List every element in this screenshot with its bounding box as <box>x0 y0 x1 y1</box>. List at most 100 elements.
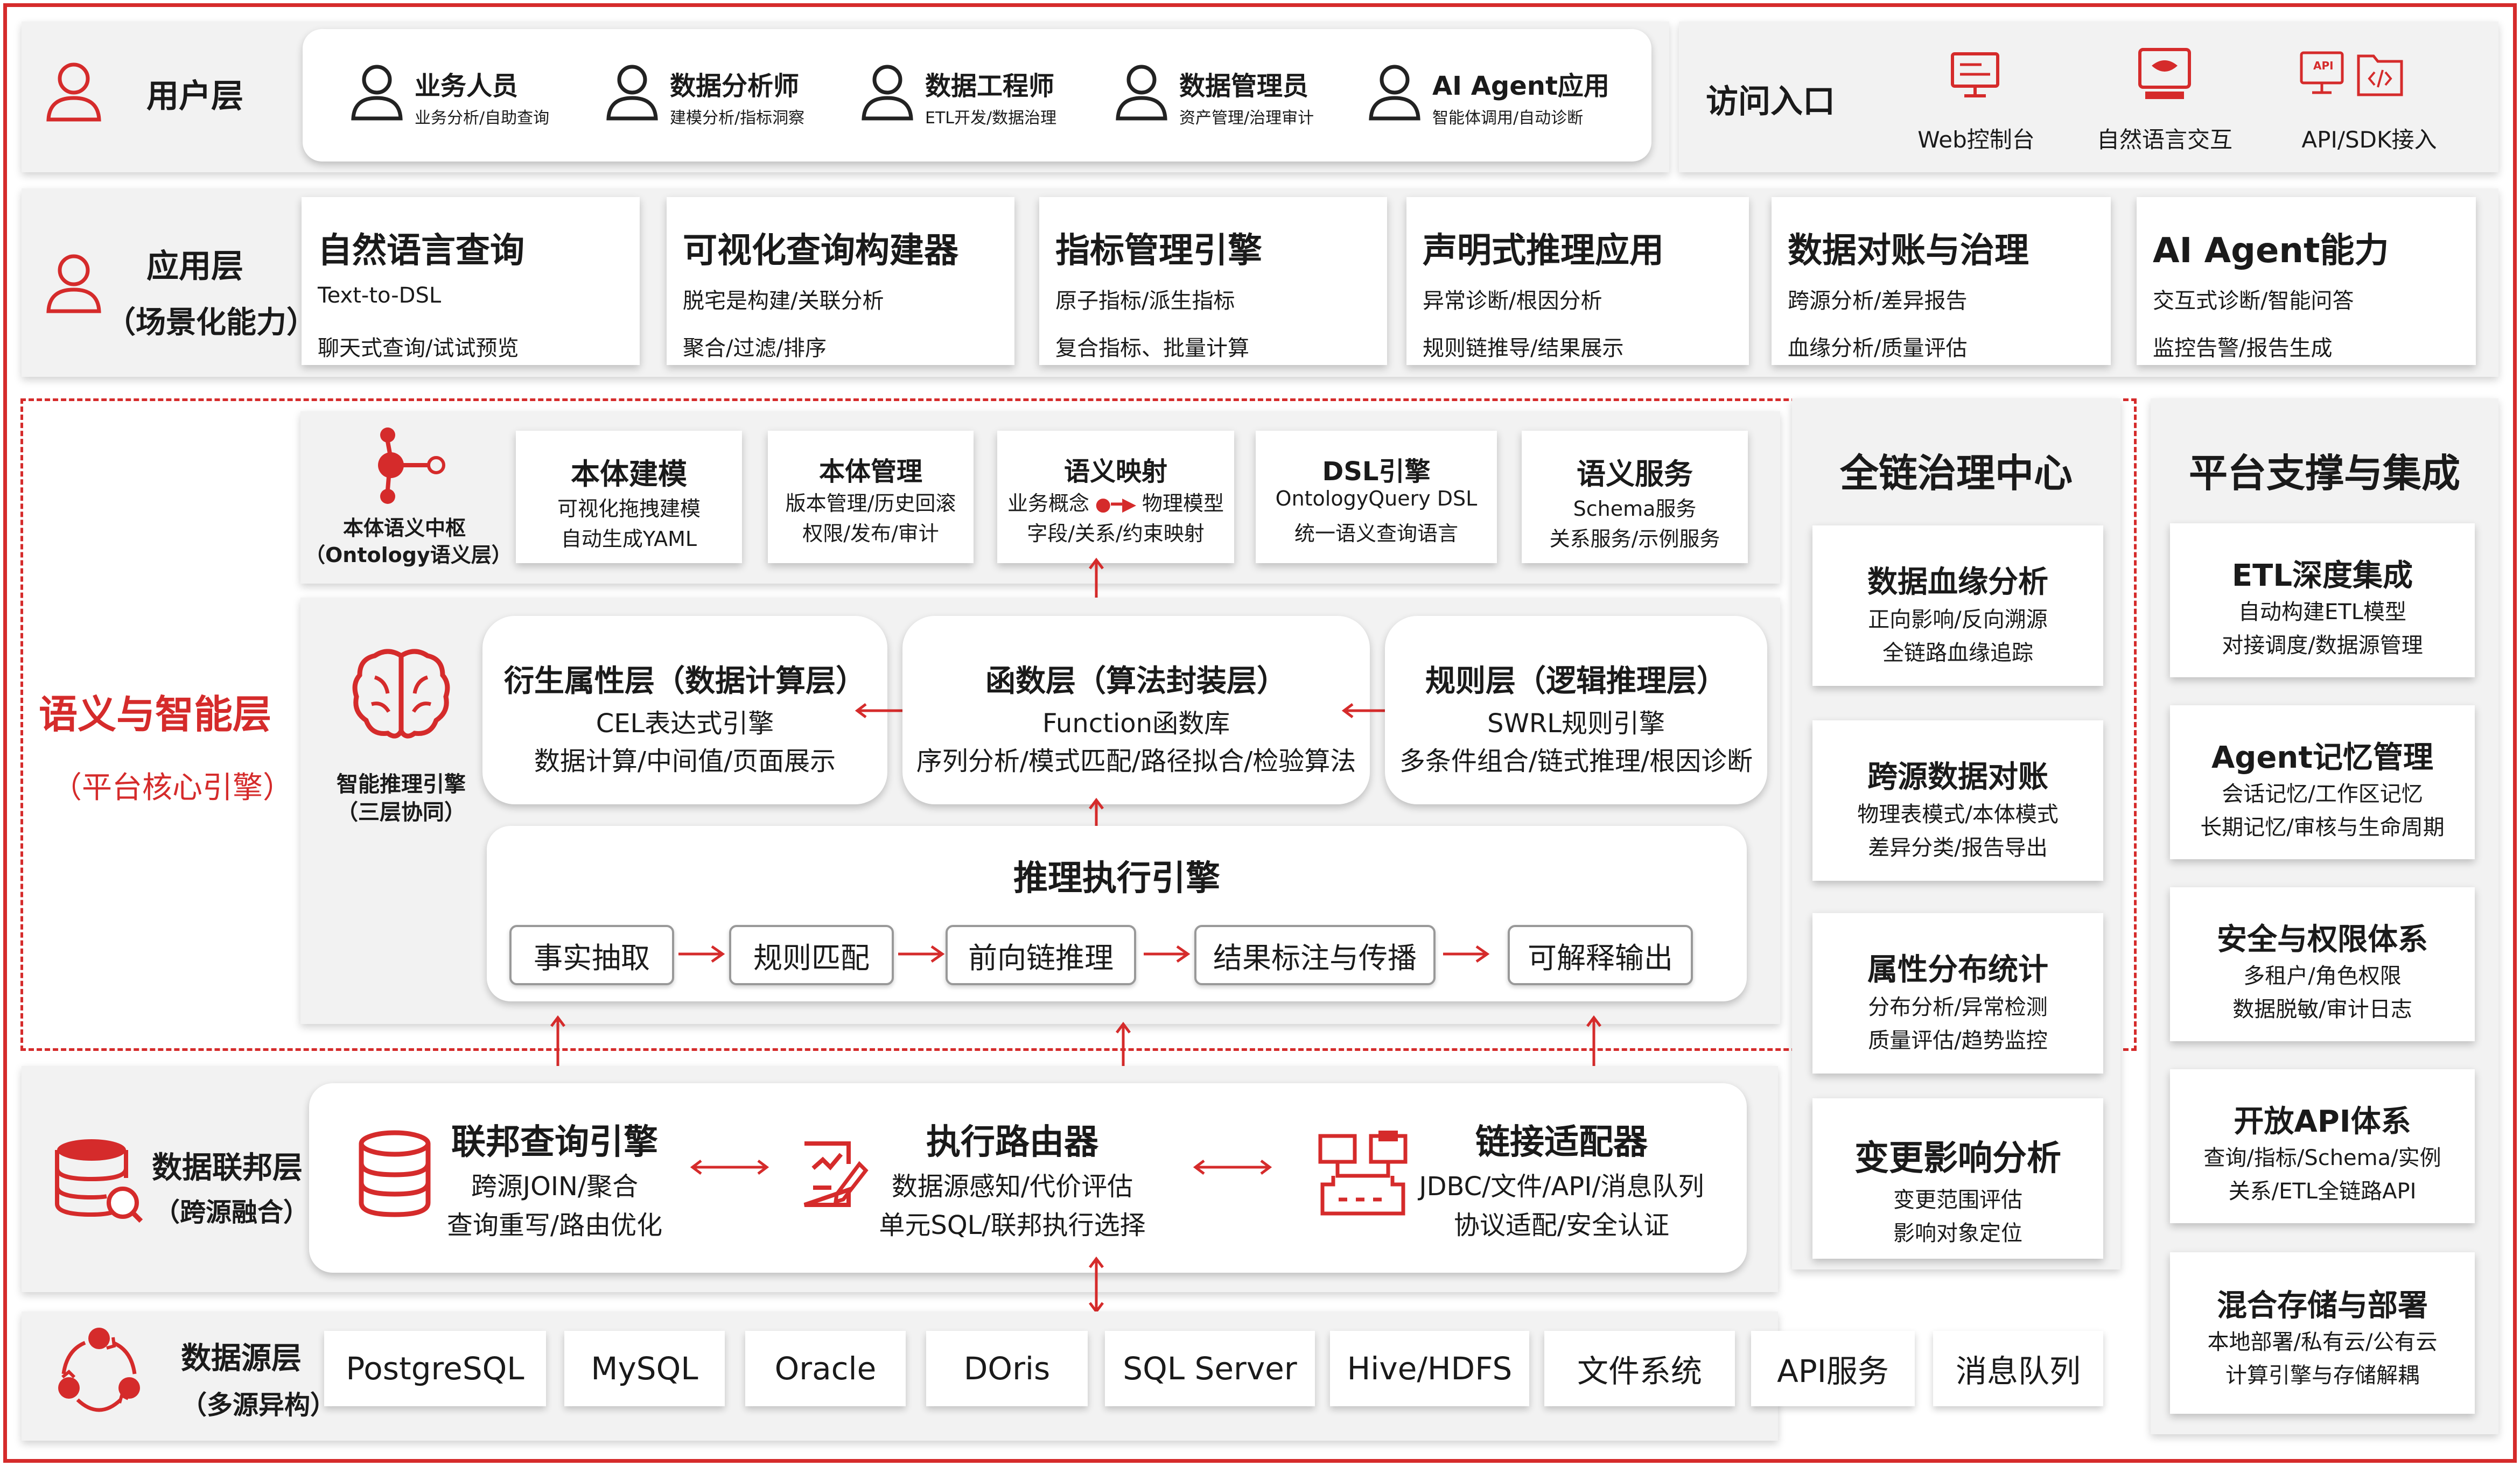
platform-title: 平台支撑与集成 <box>2188 451 2460 496</box>
natural-language-icon <box>2138 48 2191 99</box>
reasoning-card-rule[interactable]: 规则层（逻辑推理层） SWRL规则引擎 多条件组合/链式推理/根因诊断 <box>1385 616 1767 804</box>
person-icon <box>1369 65 1420 121</box>
ontology-card-title: 语义服务 <box>1577 457 1693 491</box>
person-icon <box>1116 65 1167 121</box>
app-card-line1: 异常诊断/根因分析 <box>1423 289 1602 313</box>
reasoning-label: 智能推理引擎 <box>337 772 466 797</box>
app-card-title: 数据对账与治理 <box>1788 231 2029 271</box>
engine-step[interactable]: 事实抽取 <box>509 925 674 985</box>
engine-step[interactable]: 规则匹配 <box>729 925 894 985</box>
right-arrow <box>678 945 725 963</box>
app-card[interactable]: 数据对账与治理 跨源分析/差异报告 血缘分析/质量评估 <box>1772 197 2111 365</box>
user-role-name: 业务人员 <box>415 71 519 101</box>
app-card-title: 自然语言查询 <box>318 231 524 271</box>
platform-card[interactable]: 开放API体系 查询/指标/Schema/实例 关系/ETL全链路API <box>2170 1069 2475 1223</box>
api-badge: API <box>2313 59 2334 72</box>
access-label[interactable]: 自然语言交互 <box>2078 122 2251 155</box>
ontology-card[interactable]: 语义服务 Schema服务 关系服务/示例服务 <box>1522 431 1748 563</box>
app-card-line2: 规则链推导/结果展示 <box>1423 336 1624 361</box>
app-card[interactable]: 自然语言查询 Text-to-DSL 聊天式查询/试试预览 <box>302 197 640 365</box>
app-layer-subtitle: （场景化能力） <box>106 305 317 340</box>
app-card-line2: 监控告警/报告生成 <box>2153 336 2333 361</box>
governance-card[interactable]: 数据血缘分析 正向影响/反向溯源 全链路血缘追踪 <box>1812 525 2103 686</box>
person-icon <box>351 65 403 121</box>
source-item[interactable]: DOris <box>926 1331 1088 1406</box>
engine-step[interactable]: 结果标注与传播 <box>1194 925 1436 985</box>
source-item[interactable]: SQL Server <box>1105 1331 1315 1406</box>
governance-card-line2: 全链路血缘追踪 <box>1882 641 2033 665</box>
governance-card-title: 变更影响分析 <box>1854 1139 2061 1179</box>
reasoning-card-function[interactable]: 函数层（算法封装层） Function函数库 序列分析/模式匹配/路径拟合/检验… <box>902 616 1370 804</box>
semantic-layer-title: 语义与智能层 <box>39 692 272 737</box>
federation-card[interactable]: 链接适配器 JDBC/文件/API/消息队列 协议适配/安全认证 <box>1411 1104 1712 1254</box>
governance-title: 全链治理中心 <box>1839 451 2073 496</box>
reasoning-card-line1: SWRL规则引擎 <box>1487 709 1665 739</box>
user-icon <box>46 254 101 313</box>
platform-card-line1: 查询/指标/Schema/实例 <box>2203 1146 2441 1170</box>
platform-card-title: 混合存储与部署 <box>2217 1288 2428 1323</box>
ontology-card-line1: 版本管理/历史回滚 <box>785 492 956 515</box>
ontology-hub-label2: （Ontology语义层） <box>305 543 512 567</box>
governance-card-line2: 差异分类/报告导出 <box>1868 836 2048 860</box>
app-layer-title: 应用层 <box>146 248 243 285</box>
horizontal-double-arrow <box>1193 1160 1272 1175</box>
app-card-line1: Text-to-DSL <box>318 283 442 308</box>
engine-step[interactable]: 前向链推理 <box>946 925 1136 985</box>
federation-card-line2: 查询重写/路由优化 <box>446 1210 663 1240</box>
app-card[interactable]: 声明式推理应用 异常诊断/根因分析 规则链推导/结果展示 <box>1406 197 1749 365</box>
federation-card[interactable]: 联邦查询引擎 跨源JOIN/聚合 查询重写/路由优化 <box>442 1104 668 1254</box>
user-role-desc: 资产管理/治理审计 <box>1179 109 1314 128</box>
platform-card-line1: 本地部署/私有云/公有云 <box>2207 1330 2438 1355</box>
source-item[interactable]: Oracle <box>745 1331 906 1406</box>
user-role-name: 数据管理员 <box>1179 71 1309 101</box>
access-label[interactable]: API/SDK接入 <box>2278 122 2461 155</box>
ontology-card[interactable]: DSL引擎 OntologyQuery DSL 统一语义查询语言 <box>1256 431 1497 563</box>
source-item[interactable]: MySQL <box>564 1331 725 1406</box>
app-card-title: 可视化查询构建器 <box>683 231 958 271</box>
ontology-card[interactable]: 本体管理 版本管理/历史回滚 权限/发布/审计 <box>768 431 974 563</box>
source-item[interactable]: Hive/HDFS <box>1330 1331 1529 1406</box>
platform-card[interactable]: ETL深度集成 自动构建ETL模型 对接调度/数据源管理 <box>2170 523 2475 677</box>
reasoning-card-derived[interactable]: 衍生属性层（数据计算层） CEL表达式引擎 数据计算/中间值/页面展示 <box>482 616 887 804</box>
web-console-icon <box>1951 52 1999 97</box>
source-item[interactable]: 消息队列 <box>1933 1331 2103 1406</box>
governance-card-title: 跨源数据对账 <box>1867 760 2048 795</box>
app-card-title: 指标管理引擎 <box>1055 231 1262 271</box>
ontology-hub-label: 本体语义中枢 <box>342 516 466 540</box>
federation-card-line1: JDBC/文件/API/消息队列 <box>1419 1172 1704 1202</box>
governance-card[interactable]: 属性分布统计 分布分析/异常检测 质量评估/趋势监控 <box>1812 913 2103 1074</box>
app-card-title: 声明式推理应用 <box>1423 231 1664 271</box>
user-role-desc: 智能体调用/自动诊断 <box>1432 109 1584 128</box>
source-item[interactable]: API服务 <box>1751 1331 1915 1406</box>
federation-card-line1: 数据源感知/代价评估 <box>891 1172 1133 1202</box>
ontology-card[interactable]: 语义映射 业务概念 ●━▶ 物理模型 字段/关系/约束映射 <box>997 431 1234 563</box>
source-item[interactable]: PostgreSQL <box>324 1331 546 1406</box>
app-card-line2: 聊天式查询/试试预览 <box>318 336 519 361</box>
platform-card[interactable]: 安全与权限体系 多租户/角色权限 数据脱敏/审计日志 <box>2170 887 2475 1041</box>
platform-card[interactable]: Agent记忆管理 会话记忆/工作区记忆 长期记忆/审核与生命周期 <box>2170 705 2475 859</box>
brain-icon <box>352 649 450 739</box>
platform-card-line1: 自动构建ETL模型 <box>2238 600 2406 625</box>
user-role-name: AI Agent应用 <box>1432 71 1609 101</box>
platform-card[interactable]: 混合存储与部署 本地部署/私有云/公有云 计算引擎与存储解耦 <box>2170 1252 2475 1414</box>
governance-card-line1: 分布分析/异常检测 <box>1868 995 2048 1020</box>
app-card[interactable]: AI Agent能力 交互式诊断/智能问答 监控告警/报告生成 <box>2137 197 2476 365</box>
app-card[interactable]: 指标管理引擎 原子指标/派生指标 复合指标、批量计算 <box>1039 197 1387 365</box>
governance-card[interactable]: 变更影响分析 变更范围评估 影响对象定位 <box>1812 1098 2103 1259</box>
ontology-card-line2: 统一语义查询语言 <box>1294 522 1458 545</box>
federation-card-title: 执行路由器 <box>926 1123 1098 1162</box>
governance-card[interactable]: 跨源数据对账 物理表模式/本体模式 差异分类/报告导出 <box>1812 720 2103 881</box>
router-chart-icon <box>803 1141 869 1207</box>
federation-card[interactable]: 执行路由器 数据源感知/代价评估 单元SQL/联邦执行选择 <box>872 1104 1152 1254</box>
access-title: 访问入口 <box>1706 83 1835 121</box>
user-layer-title: 用户层 <box>146 78 243 115</box>
source-item[interactable]: 文件系统 <box>1544 1331 1735 1406</box>
access-label[interactable]: Web控制台 <box>1895 122 2057 155</box>
user-role-desc: 建模分析/指标洞察 <box>670 109 805 128</box>
app-card-line1: 原子指标/派生指标 <box>1055 289 1235 313</box>
engine-step[interactable]: 可解释输出 <box>1508 925 1693 985</box>
governance-card-title: 属性分布统计 <box>1867 952 2048 987</box>
app-card[interactable]: 可视化查询构建器 脱宅是构建/关联分析 聚合/过滤/排序 <box>667 197 1014 365</box>
ontology-card-title: DSL引擎 <box>1322 457 1431 487</box>
ontology-card[interactable]: 本体建模 可视化拖拽建模 自动生成YAML <box>516 431 742 563</box>
